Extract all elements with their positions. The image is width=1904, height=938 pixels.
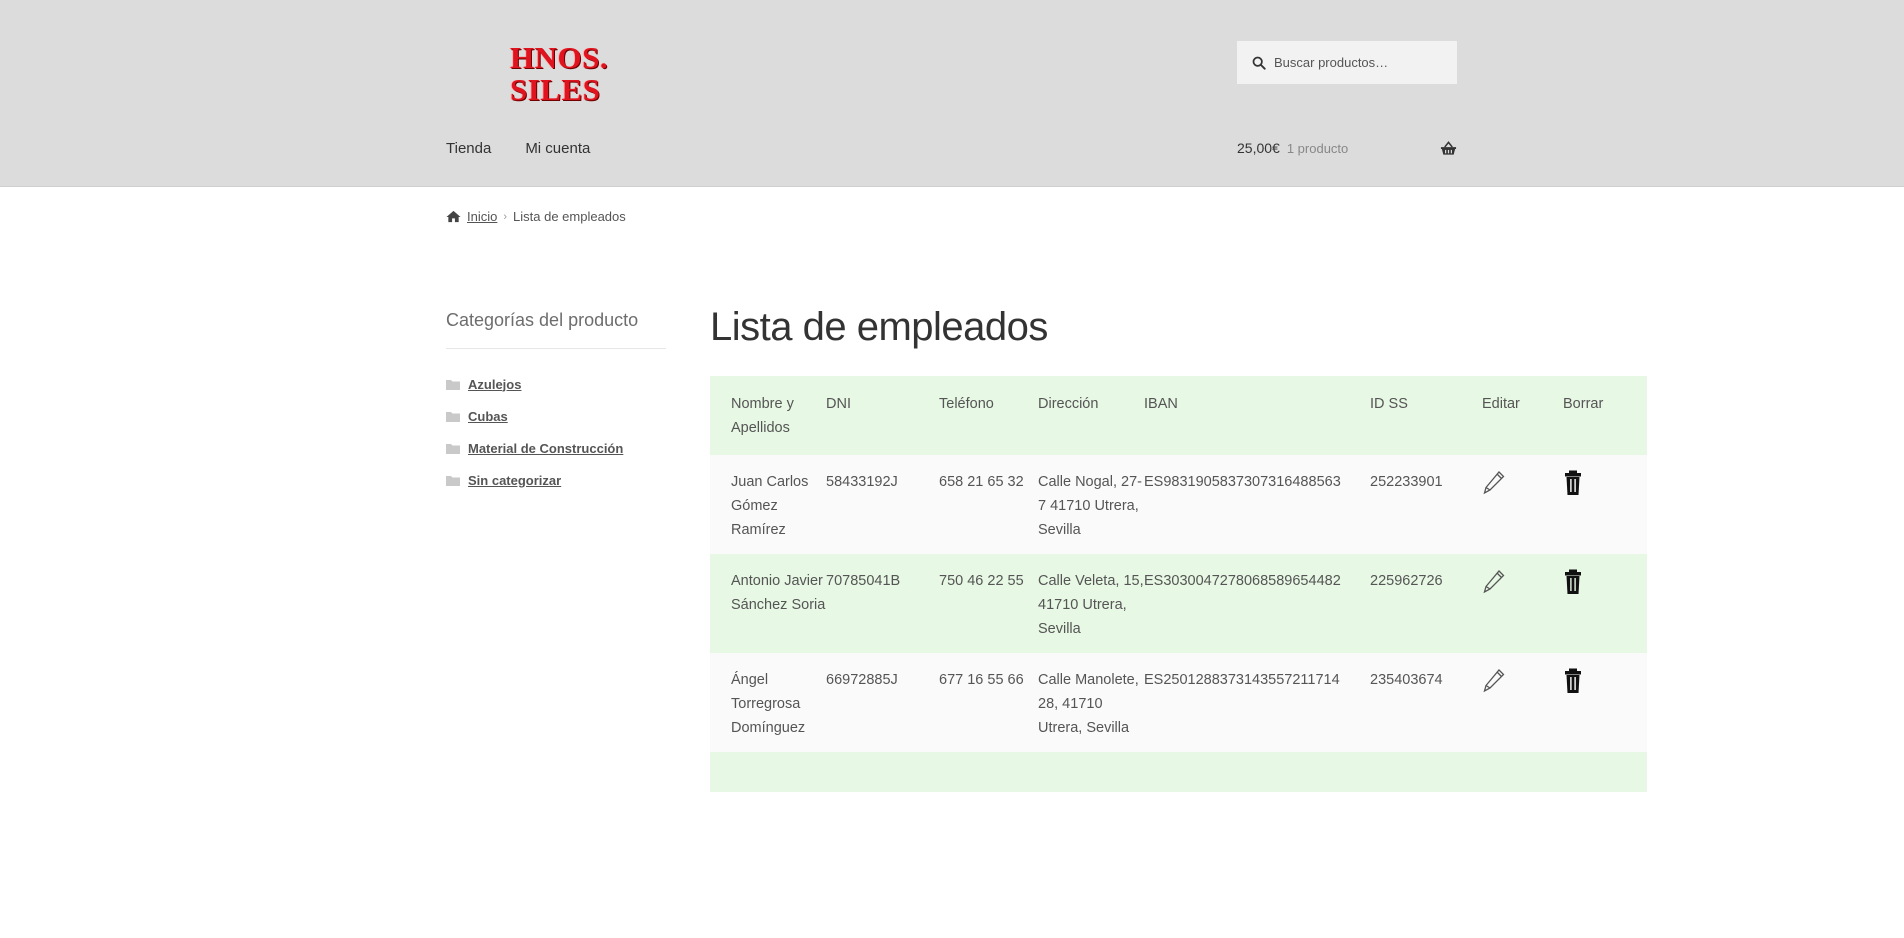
- trash-icon[interactable]: [1563, 668, 1583, 702]
- cell-delete: [1563, 653, 1647, 752]
- cell-iban: ES2501288373143557211714: [1144, 672, 1340, 688]
- category-item-sin-categorizar[interactable]: Sin categorizar: [446, 464, 666, 496]
- cell-name: Antonio Javier Sánchez Soria: [731, 573, 826, 613]
- logo-line-1: HNOS.: [510, 40, 609, 75]
- table-row: Juan Carlos Gómez Ramírez 58433192J 658 …: [710, 455, 1647, 554]
- cell-id-ss: 235403674: [1370, 672, 1443, 688]
- cell-empty: [710, 752, 1647, 792]
- table-row: Ángel Torregrosa Domínguez 66972885J 677…: [710, 653, 1647, 752]
- site-logo[interactable]: HNOS. SILES: [510, 42, 608, 106]
- cell-edit: [1482, 554, 1563, 653]
- breadcrumb-home-link[interactable]: Inicio: [467, 209, 497, 224]
- search-icon: [1252, 56, 1266, 70]
- primary-nav: Tienda Mi cuenta: [446, 140, 590, 157]
- category-link[interactable]: Cubas: [468, 409, 508, 424]
- category-item-cubas[interactable]: Cubas: [446, 400, 666, 432]
- folder-icon: [446, 443, 460, 454]
- employee-table: Nombre y Apellidos DNI Teléfono Direcció…: [710, 376, 1647, 792]
- column-header-dni: DNI: [826, 396, 851, 412]
- cell-delete: [1563, 455, 1647, 554]
- cell-edit: [1482, 653, 1563, 752]
- cell-dni: 70785041B: [826, 573, 901, 589]
- sidebar: Categorías del producto Azulejos Cubas M…: [446, 310, 666, 496]
- category-link[interactable]: Azulejos: [468, 377, 521, 392]
- cell-direccion: Calle Nogal, 27-7 41710 Utrera, Sevilla: [1038, 474, 1142, 538]
- search-input[interactable]: [1274, 55, 1444, 70]
- cell-dni: 58433192J: [826, 474, 898, 490]
- cell-telefono: 677 16 55 66: [939, 672, 1024, 688]
- trash-icon[interactable]: [1563, 569, 1583, 603]
- nav-item-tienda[interactable]: Tienda: [446, 140, 491, 157]
- column-header-id-ss: ID SS: [1370, 396, 1408, 412]
- cell-id-ss: 252233901: [1370, 474, 1443, 490]
- cart-count: 1 producto: [1286, 140, 1349, 156]
- breadcrumb: Inicio › Lista de empleados: [446, 209, 626, 224]
- basket-icon[interactable]: [1440, 140, 1457, 156]
- sidebar-title: Categorías del producto: [446, 310, 666, 349]
- site-header: HNOS. SILES Tienda Mi cuenta 25,00€ 1 pr…: [0, 0, 1904, 187]
- category-list: Azulejos Cubas Material de Construcción …: [446, 368, 666, 496]
- folder-icon: [446, 379, 460, 390]
- category-item-azulejos[interactable]: Azulejos: [446, 368, 666, 400]
- home-icon[interactable]: [446, 210, 461, 223]
- column-header-editar: Editar: [1482, 396, 1520, 412]
- table-row-partial: [710, 752, 1647, 792]
- cart-summary[interactable]: 25,00€ 1 producto: [1237, 140, 1457, 156]
- breadcrumb-separator: ›: [503, 210, 508, 223]
- cell-delete: [1563, 554, 1647, 653]
- cell-iban: ES3030047278068589654482: [1144, 573, 1341, 589]
- page-title: Lista de empleados: [710, 305, 1048, 349]
- column-header-borrar: Borrar: [1563, 396, 1604, 412]
- category-link[interactable]: Sin categorizar: [468, 473, 561, 488]
- table-header-row: Nombre y Apellidos DNI Teléfono Direcció…: [710, 376, 1647, 455]
- pencil-icon[interactable]: [1482, 668, 1506, 702]
- cell-id-ss: 225962726: [1370, 573, 1443, 589]
- cart-total: 25,00€: [1237, 140, 1280, 156]
- cell-telefono: 658 21 65 32: [939, 474, 1024, 490]
- category-item-material-de-construccion[interactable]: Material de Construcción: [446, 432, 666, 464]
- cell-direccion: Calle Veleta, 15, 41710 Utrera, Sevilla: [1038, 573, 1144, 637]
- pencil-icon[interactable]: [1482, 470, 1506, 504]
- pencil-icon[interactable]: [1482, 569, 1506, 603]
- folder-icon: [446, 411, 460, 422]
- column-header-direccion: Dirección: [1038, 396, 1099, 412]
- column-header-telefono: Teléfono: [939, 396, 994, 412]
- table-row: Antonio Javier Sánchez Soria 70785041B 7…: [710, 554, 1647, 653]
- nav-item-mi-cuenta[interactable]: Mi cuenta: [525, 140, 590, 157]
- cell-iban: ES9831905837307316488563: [1144, 474, 1341, 490]
- cell-direccion: Calle Manolete, 28, 41710 Utrera, Sevill…: [1038, 672, 1139, 736]
- breadcrumb-current: Lista de empleados: [513, 209, 626, 224]
- logo-line-2: SILES: [510, 72, 601, 107]
- folder-icon: [446, 475, 460, 486]
- column-header-name: Nombre y Apellidos: [731, 396, 794, 436]
- category-link[interactable]: Material de Construcción: [468, 441, 623, 456]
- cell-name: Ángel Torregrosa Domínguez: [731, 672, 806, 736]
- cell-name: Juan Carlos Gómez Ramírez: [731, 474, 809, 538]
- trash-icon[interactable]: [1563, 470, 1583, 504]
- product-search: [1237, 41, 1457, 84]
- cell-dni: 66972885J: [826, 672, 898, 688]
- cell-edit: [1482, 455, 1563, 554]
- cell-telefono: 750 46 22 55: [939, 573, 1024, 589]
- column-header-iban: IBAN: [1144, 396, 1178, 412]
